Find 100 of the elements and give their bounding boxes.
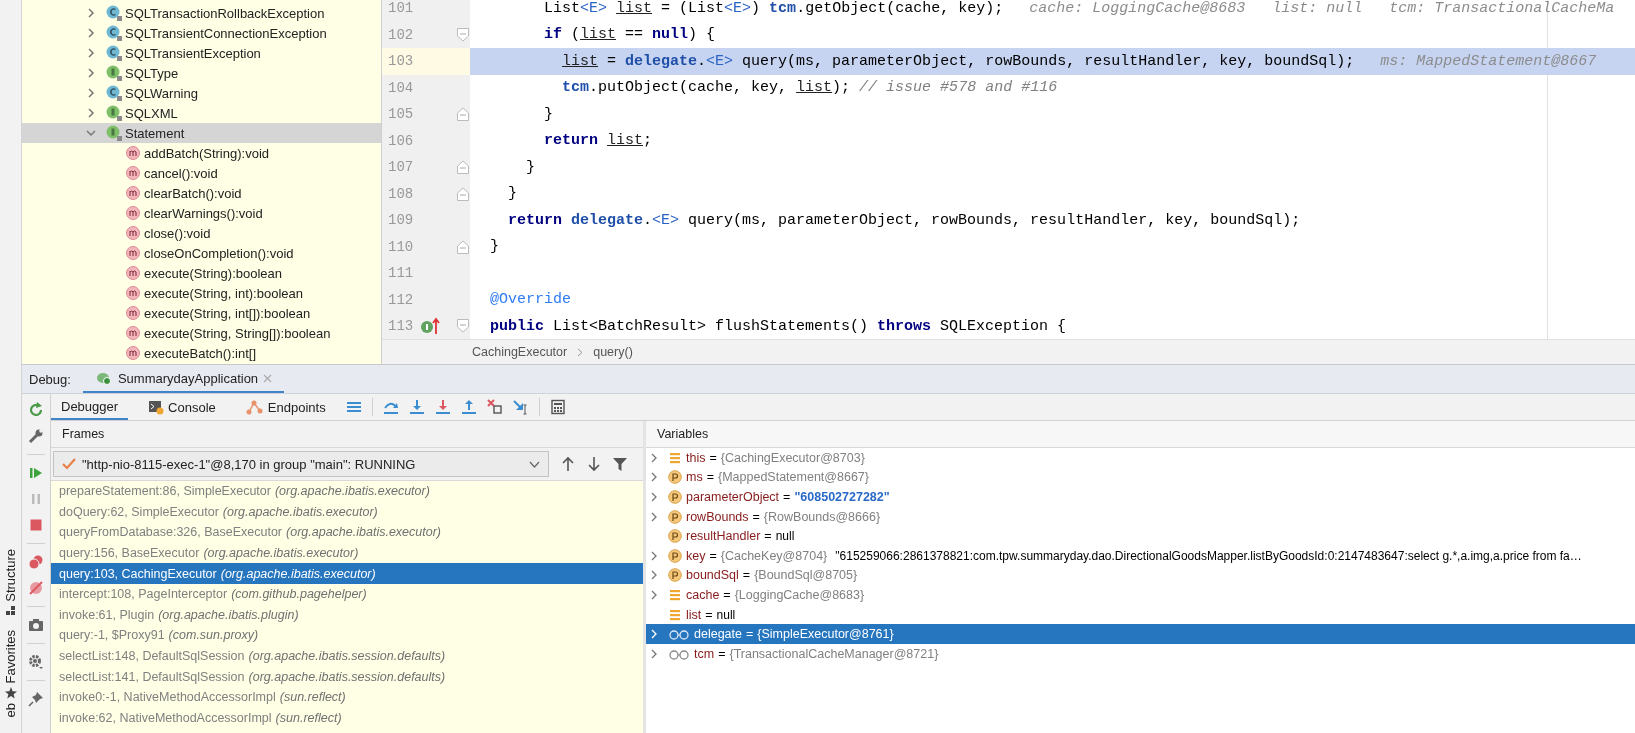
thread-dropdown[interactable]: "http-nio-8115-exec-1"@8,170 in group "main": RUNNING	[53, 451, 549, 477]
chevron-icon[interactable]	[650, 492, 658, 502]
line-number: 112	[387, 291, 415, 308]
variable-item[interactable]: key = {CacheKey@8704} "615259066:2861378821:com.tpw.summaryday.dao.DirectionalGoodsMapper.listByGoodsId:0:2147483647:select g.*,a.img,a.price from fa…	[646, 545, 1635, 566]
list-icon[interactable]	[345, 399, 362, 415]
frame-item[interactable]: query:-1, $Proxy91 (com.sun.proxy)	[51, 625, 643, 646]
stop-icon[interactable]	[28, 517, 44, 533]
bug-icon	[94, 370, 113, 386]
tree-item[interactable]: executeBatch():int[]	[22, 343, 381, 363]
debugger-tab[interactable]: Endpoints	[235, 394, 336, 420]
frame-item[interactable]: queryFromDatabase:326, BaseExecutor (org.apache.ibatis.executor)	[51, 522, 643, 543]
implements-icon[interactable]	[420, 317, 442, 335]
tree-item[interactable]: addBatch(String):void	[22, 143, 381, 163]
frame-item[interactable]: doQuery:62, SimpleExecutor (org.apache.ibatis.executor)	[51, 501, 643, 523]
rerun-icon[interactable]	[28, 402, 44, 418]
method-icon	[125, 305, 141, 321]
variable-item[interactable]: resultHandler = null	[646, 526, 1635, 546]
inline-hint: cache: LoggingCache@8683 list: null tcm: TransactionalCacheMa	[1029, 0, 1615, 17]
frame-item[interactable]: invoke:61, Plugin (org.apache.ibatis.plugin)	[51, 604, 643, 626]
run-to-cursor-icon[interactable]	[512, 399, 529, 415]
breadcrumb-item[interactable]: CachingExecutor	[472, 345, 568, 359]
frame-item[interactable]: invoke0:-1, NativeMethodAccessorImpl (sun.reflect)	[51, 686, 643, 708]
breakpoints-icon[interactable]	[28, 554, 44, 570]
up-arrow-icon[interactable]	[561, 456, 575, 472]
chevron-icon[interactable]	[650, 570, 658, 581]
variable-item[interactable]: this = {CachingExecutor@8703}	[646, 448, 1635, 468]
pin-icon[interactable]	[28, 691, 44, 707]
glasses-icon	[668, 627, 690, 642]
down-arrow-icon[interactable]	[587, 456, 601, 472]
settings-icon[interactable]	[28, 654, 44, 670]
tree-item[interactable]: SQLTransientException	[22, 43, 381, 63]
resume-icon[interactable]	[28, 465, 44, 481]
class-icon	[106, 45, 122, 61]
frames-title: Frames	[62, 427, 105, 441]
camera-icon[interactable]	[28, 617, 44, 633]
step-out-icon[interactable]	[460, 399, 477, 415]
chevron-icon[interactable]	[650, 648, 658, 659]
chevron-icon[interactable]	[650, 511, 658, 522]
chevron-icon	[577, 347, 584, 357]
wrench-icon[interactable]	[28, 428, 44, 444]
line-number: 110	[387, 238, 415, 255]
step-into-icon[interactable]	[408, 399, 425, 415]
frame-item[interactable]: selectList:148, DefaultSqlSession (org.apache.ibatis.session.defaults)	[51, 645, 643, 667]
class-icon	[106, 25, 122, 41]
star-icon	[4, 687, 17, 700]
line-number: 102	[387, 26, 415, 43]
chevron-icon[interactable]	[650, 550, 658, 561]
console-icon	[148, 399, 165, 415]
method-icon	[125, 245, 141, 261]
drop-frame-icon[interactable]	[486, 399, 503, 415]
variable-item[interactable]: cache = {LoggingCache@8683}	[646, 585, 1635, 605]
breadcrumb-item[interactable]: query()	[593, 345, 633, 359]
tree-item[interactable]: execute(String, String[]):boolean	[22, 323, 381, 343]
frame-item[interactable]: intercept:108, PageInterceptor (com.github.pagehelper)	[51, 583, 643, 605]
line-number: 109	[387, 212, 415, 229]
tree-item[interactable]: SQLType	[22, 63, 381, 83]
tree-item[interactable]: SQLWarning	[22, 83, 381, 103]
tree-item[interactable]: SQLTransientConnectionException	[22, 23, 381, 43]
variable-item[interactable]: ms = {MappedStatement@8667}	[646, 467, 1635, 488]
chevron-icon[interactable]	[650, 589, 658, 600]
filter-icon[interactable]	[613, 456, 627, 472]
frame-item[interactable]: invoke:62, NativeMethodAccessorImpl (sun.reflect)	[51, 707, 643, 729]
frame-item[interactable]: selectList:141, DefaultSqlSession (org.apache.ibatis.session.defaults)	[51, 666, 643, 687]
field-icon	[668, 450, 682, 465]
tree-item[interactable]: close():void	[22, 223, 381, 243]
web-tab[interactable]: eb	[3, 703, 18, 718]
method-icon	[125, 205, 141, 221]
run-tab[interactable]: SummarydayApplication	[82, 365, 285, 393]
tree-item[interactable]: Statement	[22, 123, 381, 143]
variable-item[interactable]: list = null	[646, 604, 1635, 625]
line-number: 105	[387, 106, 415, 123]
variable-item[interactable]: tcm = {TransactionalCacheManager@8721}	[646, 643, 1635, 664]
tree-item[interactable]: cancel():void	[22, 163, 381, 183]
tree-item[interactable]: execute(String, int[]):boolean	[22, 303, 381, 323]
tree-item[interactable]: SQLTransactionRollbackException	[22, 3, 381, 23]
variable-item[interactable]: delegate = {SimpleExecutor@8761}	[646, 624, 1635, 644]
code-text: }	[543, 105, 553, 123]
variable-item[interactable]: parameterObject = "608502727282"	[646, 487, 1635, 507]
variable-item[interactable]: rowBounds = {RowBounds@8666}	[646, 506, 1635, 527]
tree-item[interactable]: execute(String):boolean	[22, 263, 381, 283]
chevron-icon[interactable]	[650, 452, 658, 463]
chevron-icon[interactable]	[650, 472, 658, 483]
calculator-icon[interactable]	[549, 399, 566, 415]
favorites-tab[interactable]: Favorites	[3, 629, 18, 684]
class-icon	[106, 5, 122, 21]
tree-item[interactable]: execute(String, int):boolean	[22, 283, 381, 303]
debugger-tab[interactable]: Console	[138, 394, 226, 420]
tree-item[interactable]: clearBatch():void	[22, 183, 381, 203]
frame-item[interactable]: prepareStatement:86, SimpleExecutor (org.apache.ibatis.executor)	[51, 481, 643, 502]
variable-item[interactable]: boundSql = {BoundSql@8705}	[646, 565, 1635, 586]
frame-item[interactable]: query:156, BaseExecutor (org.apache.ibatis.executor)	[51, 542, 643, 564]
mute-breakpoints-icon[interactable]	[28, 580, 44, 596]
tree-item[interactable]: closeOnCompletion():void	[22, 243, 381, 263]
interface-icon	[106, 65, 122, 81]
tree-item[interactable]: SQLXML	[22, 103, 381, 123]
frame-item[interactable]: query:103, CachingExecutor (org.apache.ibatis.executor)	[51, 563, 643, 584]
debugger-tab[interactable]: Debugger	[51, 394, 129, 420]
structure-tab[interactable]: Structure	[3, 549, 18, 602]
force-step-into-icon[interactable]	[434, 399, 451, 415]
tree-item[interactable]: clearWarnings():void	[22, 203, 381, 223]
